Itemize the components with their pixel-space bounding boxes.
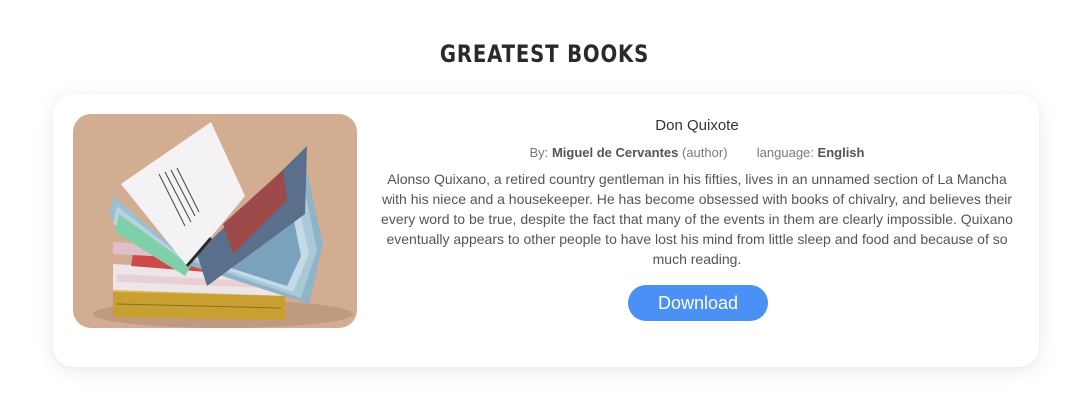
book-cover-image [73,114,357,328]
book-meta: By: Miguel de Cervantes (author) languag… [375,144,1019,162]
author-name: Miguel de Cervantes [551,145,679,160]
by-label: By: [529,145,549,160]
book-description: Alonso Quixano, a retired country gentle… [381,171,1013,267]
download-button[interactable]: Download [628,285,768,321]
book-info: Don Quixote By: Miguel de Cervantes (aut… [375,114,1019,269]
author-role: (author) [682,145,728,160]
book-card: Don Quixote By: Miguel de Cervantes (aut… [53,94,1039,367]
language-value: English [817,145,865,160]
book-title: Don Quixote [655,117,739,134]
section-title: GREATEST BOOKS [439,40,650,68]
language-label: language: [756,145,814,160]
